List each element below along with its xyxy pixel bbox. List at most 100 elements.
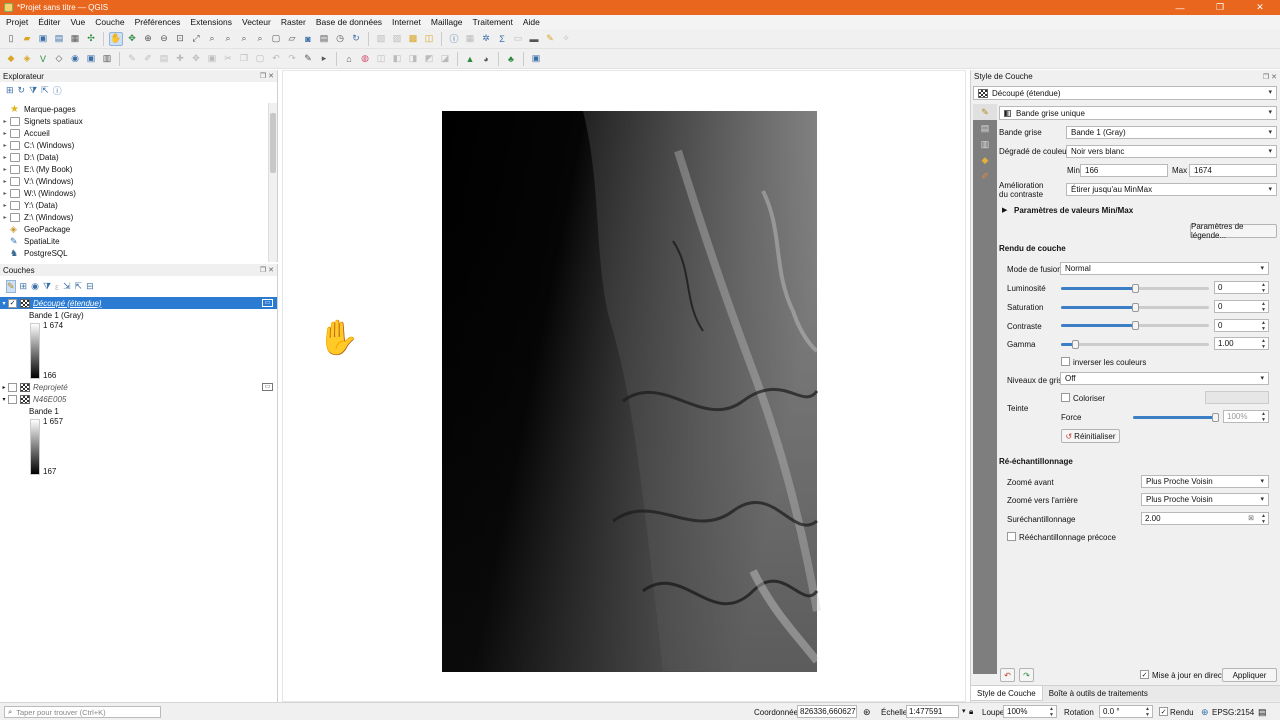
- spin-arrows-icon[interactable]: ▲ ▼: [1145, 706, 1150, 718]
- menu-preferences[interactable]: Préférences: [129, 17, 185, 27]
- refresh-explorer-icon[interactable]: ↻: [18, 85, 26, 96]
- spin-arrows-icon[interactable]: ▲ ▼: [1261, 411, 1266, 423]
- measure-icon[interactable]: ▭: [511, 32, 525, 46]
- explorer-item[interactable]: ▸ Z:\ (Windows): [0, 211, 268, 223]
- layer-row[interactable]: ▸ Reprojeté ▭: [0, 381, 277, 393]
- map-tips-icon[interactable]: ✧: [559, 32, 573, 46]
- brightness-slider[interactable]: [1061, 284, 1209, 293]
- zoom-last-icon[interactable]: ⌕: [253, 32, 267, 46]
- collapse-all-icon[interactable]: ⇱: [41, 85, 49, 96]
- close-panel-icon[interactable]: ✕: [1271, 73, 1277, 81]
- identify-disabled-icon[interactable]: ▧: [374, 32, 388, 46]
- close-panel-icon[interactable]: ✕: [268, 72, 274, 80]
- new-shapefile-icon[interactable]: V: [36, 52, 50, 66]
- oversampling-input[interactable]: 2.00 ⊠ ▲ ▼: [1141, 512, 1269, 525]
- filter-icon[interactable]: ⧩: [29, 85, 37, 96]
- toggle-edit-icon[interactable]: ✐: [141, 52, 155, 66]
- delete-icon[interactable]: ▣: [205, 52, 219, 66]
- explorer-item[interactable]: ★ Marque-pages: [0, 103, 268, 115]
- min-input[interactable]: 166: [1080, 164, 1168, 177]
- zoom-native-icon[interactable]: ⌕: [237, 32, 251, 46]
- lock-icon[interactable]: 🔒︎: [969, 707, 973, 717]
- save-as-icon[interactable]: ▤: [52, 32, 66, 46]
- early-resample-checkbox[interactable]: [1007, 532, 1016, 541]
- gamma-input[interactable]: 1.00 ▲ ▼: [1214, 337, 1269, 350]
- select-disabled-icon[interactable]: ▨: [390, 32, 404, 46]
- render-checkbox[interactable]: ✓: [1159, 707, 1168, 716]
- histogram-tab-icon[interactable]: ▥: [973, 136, 997, 152]
- layer-visibility-checkbox[interactable]: [8, 394, 17, 404]
- symbology-tab-icon[interactable]: ✎: [973, 104, 997, 120]
- force-input[interactable]: 100% ▲ ▼: [1223, 410, 1269, 423]
- zoom-layer-icon[interactable]: ⌕: [221, 32, 235, 46]
- float-icon[interactable]: ❐: [1263, 73, 1269, 81]
- slider-knob[interactable]: [1212, 413, 1219, 422]
- spin-arrows-icon[interactable]: ▲ ▼: [1049, 706, 1054, 718]
- crs-label[interactable]: EPSG:2154: [1212, 708, 1254, 717]
- saturation-slider[interactable]: [1061, 303, 1209, 312]
- map-canvas[interactable]: ✋: [282, 70, 966, 702]
- zoom-in-select[interactable]: Plus Proche Voisin ▾: [1141, 475, 1269, 488]
- spin-arrows-icon[interactable]: ▲ ▼: [1261, 282, 1266, 294]
- scale-dropdown-icon[interactable]: ▾: [962, 707, 966, 715]
- zoom-in-icon[interactable]: ⊕: [141, 32, 155, 46]
- coord-input[interactable]: 826336,6606278: [797, 705, 857, 718]
- change-label-icon[interactable]: ◪: [438, 52, 452, 66]
- explorer-item[interactable]: ◈ GeoPackage: [0, 223, 268, 235]
- redo-style-button[interactable]: ↷: [1019, 668, 1034, 682]
- zoom-rubberband-icon[interactable]: ⊡: [173, 32, 187, 46]
- blend-select[interactable]: Normal ▾: [1060, 262, 1269, 275]
- new-spatialite-icon[interactable]: ◇: [52, 52, 66, 66]
- contrast-input[interactable]: 0 ▲ ▼: [1214, 319, 1269, 332]
- digitize-icon[interactable]: ✎: [301, 52, 315, 66]
- layer-visibility-checkbox[interactable]: ✓: [8, 298, 17, 308]
- history-tab-icon[interactable]: ◆: [973, 152, 997, 168]
- expression-filter-icon[interactable]: ε: [55, 282, 59, 292]
- collapse-all-layers-icon[interactable]: ⇱: [75, 281, 83, 292]
- messages-icon[interactable]: ▤: [1258, 707, 1267, 718]
- add-mesh-icon[interactable]: ▥: [100, 52, 114, 66]
- plugin-icon[interactable]: ♣: [504, 52, 518, 66]
- new-project-icon[interactable]: ▯: [4, 32, 18, 46]
- layer-select[interactable]: Découpé (étendue) ▾: [973, 86, 1277, 100]
- minmax-section[interactable]: Paramètres de valeurs Min/Max: [1014, 206, 1133, 215]
- rotation-input[interactable]: 0.0 ° ▲ ▼: [1099, 705, 1153, 718]
- force-slider[interactable]: [1133, 413, 1219, 422]
- contrast-slider[interactable]: [1061, 321, 1209, 330]
- menu-couche[interactable]: Couche: [89, 17, 128, 27]
- paint-tab-icon[interactable]: ✐: [973, 168, 997, 184]
- crs-globe-icon[interactable]: ⊕: [1201, 707, 1209, 718]
- transparency-tab-icon[interactable]: ▤: [973, 120, 997, 136]
- filter-legend-icon[interactable]: ⧩: [43, 281, 51, 292]
- explorer-item[interactable]: ▸ V:\ (Windows): [0, 175, 268, 187]
- deselect-icon[interactable]: ◫: [422, 32, 436, 46]
- magnifier-input[interactable]: 100% ▲ ▼: [1003, 705, 1057, 718]
- label-tool-icon[interactable]: ⌂: [342, 52, 356, 66]
- save-project-icon[interactable]: ▣: [36, 32, 50, 46]
- explorer-item[interactable]: ▸ Signets spatiaux: [0, 115, 268, 127]
- cut-icon[interactable]: ✂: [221, 52, 235, 66]
- data-source-manager-icon[interactable]: ◆: [4, 52, 18, 66]
- remove-layer-icon[interactable]: ⊟: [86, 281, 94, 292]
- expand-arrow-icon[interactable]: ▶: [1002, 206, 1007, 214]
- colorize-checkbox[interactable]: [1061, 393, 1070, 402]
- spin-arrows-icon[interactable]: ▲ ▼: [1261, 513, 1266, 525]
- paste-icon[interactable]: ▢: [253, 52, 267, 66]
- menu-editer[interactable]: Éditer: [32, 17, 64, 27]
- explorer-scrollbar[interactable]: [268, 103, 277, 262]
- menu-vecteur[interactable]: Vecteur: [236, 17, 275, 27]
- pin-label-icon[interactable]: ◫: [374, 52, 388, 66]
- layer-visibility-checkbox[interactable]: [8, 382, 17, 392]
- show-label-icon[interactable]: ◧: [390, 52, 404, 66]
- settings-icon[interactable]: ✲: [479, 32, 493, 46]
- annotation-icon[interactable]: ✎: [543, 32, 557, 46]
- float-icon[interactable]: ❐: [260, 266, 266, 274]
- undo-style-button[interactable]: ↶: [1000, 668, 1015, 682]
- properties-icon[interactable]: ⓘ: [53, 84, 62, 97]
- explorer-item[interactable]: ▸ W:\ (Windows): [0, 187, 268, 199]
- add-group-icon[interactable]: ⊞: [20, 281, 28, 292]
- add-feature-icon[interactable]: ✚: [173, 52, 187, 66]
- select-features-icon[interactable]: ▩: [406, 32, 420, 46]
- menu-raster[interactable]: Raster: [275, 17, 310, 27]
- float-icon[interactable]: ❐: [260, 72, 266, 80]
